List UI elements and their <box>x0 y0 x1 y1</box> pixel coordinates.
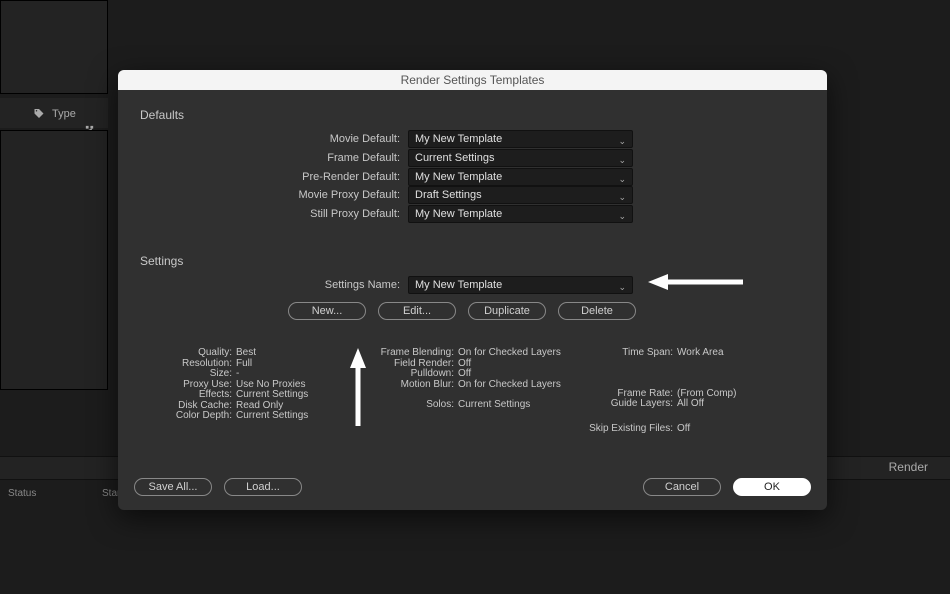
prerender-default-select[interactable]: My New Template⌄ <box>408 168 633 186</box>
prerender-default-label: Pre-Render Default: <box>236 171 400 183</box>
chevron-down-icon: ⌄ <box>618 189 626 205</box>
bottom-left-buttons: Save All... Load... <box>134 478 302 496</box>
movie-proxy-default-label: Movie Proxy Default: <box>236 189 400 201</box>
frame-default-label: Frame Default: <box>236 152 400 164</box>
still-proxy-default-row: Still Proxy Default: My New Template⌄ <box>236 205 633 223</box>
movie-default-row: Movie Default: My New Template⌄ <box>236 130 633 148</box>
defaults-section-label: Defaults <box>140 108 184 122</box>
info-left-col: Quality:Best Resolution:Full Size:- Prox… <box>140 348 340 422</box>
tag-icon <box>33 108 45 123</box>
edit-button[interactable]: Edit... <box>378 302 456 320</box>
settings-section-label: Settings <box>140 254 183 268</box>
dialog-title: Render Settings Templates <box>118 70 827 90</box>
settings-name-select[interactable]: My New Template⌄ <box>408 276 633 294</box>
movie-default-label: Movie Default: <box>236 133 400 145</box>
frame-default-row: Frame Default: Current Settings⌄ <box>236 149 633 167</box>
render-button[interactable]: Render <box>889 460 928 474</box>
info-right-col: Time Span:Work Area Frame Rate:(From Com… <box>573 348 803 434</box>
annotation-arrow-icon <box>346 348 370 428</box>
template-buttons-row: New... Edit... Duplicate Delete <box>288 302 636 320</box>
duplicate-button[interactable]: Duplicate <box>468 302 546 320</box>
chevron-down-icon: ⌄ <box>618 171 626 187</box>
bottom-right-buttons: Cancel OK <box>643 478 811 496</box>
chevron-down-icon: ⌄ <box>618 208 626 224</box>
still-proxy-default-select[interactable]: My New Template⌄ <box>408 205 633 223</box>
frame-default-select[interactable]: Current Settings⌄ <box>408 149 633 167</box>
movie-proxy-default-select[interactable]: Draft Settings⌄ <box>408 186 633 204</box>
chevron-down-icon: ⌄ <box>618 152 626 168</box>
bg-panel <box>0 0 108 94</box>
movie-default-select[interactable]: My New Template⌄ <box>408 130 633 148</box>
info-mid-col: Frame Blending:On for Checked Layers Fie… <box>358 348 578 411</box>
movie-proxy-default-row: Movie Proxy Default: Draft Settings⌄ <box>236 186 633 204</box>
delete-button[interactable]: Delete <box>558 302 636 320</box>
load-button[interactable]: Load... <box>224 478 302 496</box>
new-button[interactable]: New... <box>288 302 366 320</box>
chevron-down-icon: ⌄ <box>618 279 626 295</box>
cancel-button[interactable]: Cancel <box>643 478 721 496</box>
settings-name-label: Settings Name: <box>236 279 400 291</box>
ok-button[interactable]: OK <box>733 478 811 496</box>
chevron-down-icon: ⌄ <box>618 133 626 149</box>
annotation-arrow-icon <box>648 270 748 294</box>
still-proxy-default-label: Still Proxy Default: <box>236 208 400 220</box>
save-all-button[interactable]: Save All... <box>134 478 212 496</box>
status-label: Status <box>8 488 36 499</box>
type-column-header: Type <box>52 108 76 120</box>
settings-name-row: Settings Name: My New Template⌄ <box>236 276 633 294</box>
prerender-default-row: Pre-Render Default: My New Template⌄ <box>236 168 633 186</box>
bg-panel-mid <box>0 130 108 390</box>
